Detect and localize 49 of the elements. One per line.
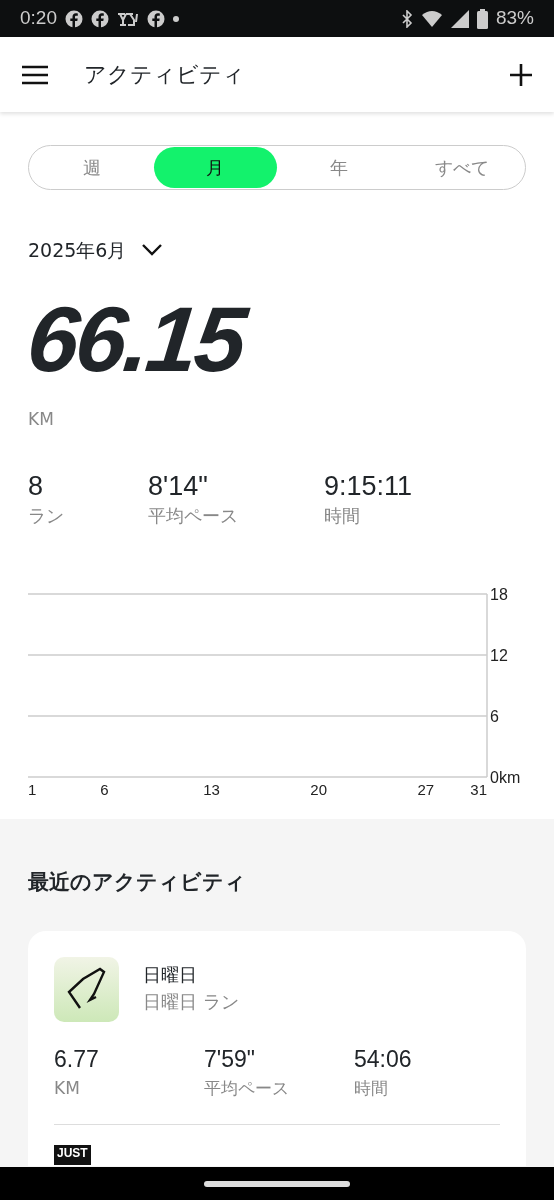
stat-label: 平均ペース [148, 504, 238, 528]
home-handle[interactable] [204, 1180, 350, 1187]
clock: 0:20 [20, 6, 57, 31]
activity-card[interactable]: 日曜日 日曜日 ラン 6.77 KM 7'59" 平均ペース 54:06 時間 JUST [28, 930, 526, 1166]
notification-dot-icon [173, 15, 179, 22]
axis-label: 27 [417, 781, 435, 798]
stat-value: 9:15:11 [324, 472, 413, 502]
stat-label: ラン [28, 504, 64, 528]
stat-label: 平均ペース [204, 1077, 289, 1100]
activity-subtitle: 日曜日 ラン [143, 989, 239, 1014]
facebook-icon [147, 9, 165, 28]
period-tab[interactable]: 週 [30, 147, 154, 188]
stat-label: KM [54, 1077, 80, 1100]
bluetooth-icon [400, 9, 413, 28]
wifi-icon [420, 9, 443, 28]
stat-value: 6.77 [54, 1044, 99, 1074]
slogan-badge: JUST [54, 1144, 91, 1165]
add-icon[interactable] [510, 63, 532, 86]
chevron-down-icon[interactable] [142, 244, 163, 257]
period-label[interactable]: 2025年6月 [28, 236, 127, 265]
period-tab[interactable]: 年 [277, 147, 401, 188]
menu-icon[interactable] [22, 64, 48, 85]
page-title: アクティビティ [84, 61, 246, 89]
stat-label: 時間 [324, 504, 360, 528]
battery-level: 83% [495, 6, 534, 31]
battery-icon [476, 8, 488, 29]
period-tab[interactable]: すべて [400, 147, 524, 188]
stat-value: 8 [28, 472, 44, 502]
axis-label: 20 [310, 781, 328, 798]
facebook-icon [91, 9, 109, 28]
axis-label: 31 [470, 781, 487, 798]
axis-label: 6 [100, 781, 109, 798]
axis-label: 12 [490, 647, 508, 664]
facebook-icon [65, 9, 83, 28]
period-tab[interactable]: 月 [153, 147, 277, 188]
stat-value: 7'59" [204, 1044, 255, 1074]
signal-icon [450, 9, 469, 28]
axis-label: 0km [490, 769, 521, 786]
section-heading: 最近のアクティビティ [28, 869, 247, 896]
axis-label: 6 [490, 708, 499, 725]
stat-value: 8'14" [148, 472, 208, 502]
axis-label: 13 [203, 781, 220, 798]
stat-label: 時間 [354, 1077, 388, 1100]
activity-title: 日曜日 [143, 962, 197, 987]
total-distance: 66.15 [23, 292, 252, 385]
axis-label: 1 [28, 781, 37, 798]
distance-unit: KM [28, 407, 55, 431]
axis-label: 18 [490, 586, 508, 603]
stat-value: 54:06 [354, 1044, 412, 1074]
